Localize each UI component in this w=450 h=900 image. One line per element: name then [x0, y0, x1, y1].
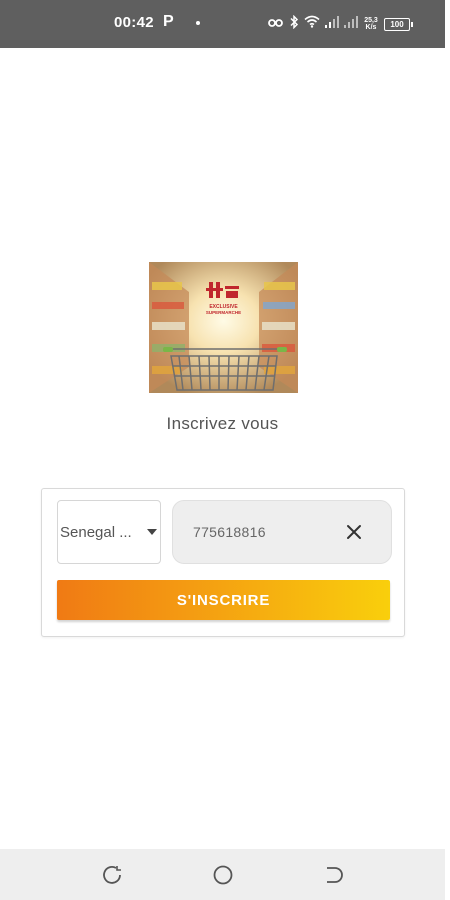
status-time: 00:42: [114, 14, 154, 31]
phone-input-value: 775618816: [193, 524, 266, 540]
battery-icon: 100: [384, 17, 413, 31]
signup-card: Senegal ... 775618816 S'INSCRIRE: [41, 488, 405, 637]
recents-icon[interactable]: [101, 864, 123, 886]
bluetooth-icon: [289, 14, 299, 34]
home-icon[interactable]: [212, 864, 234, 886]
country-select-value: Senegal ...: [60, 524, 132, 541]
supermarket-logo: EXCLUSIVE SUPERMARCHE: [149, 262, 298, 393]
status-bar: 00:42 P 25,3 K/s 100: [0, 0, 445, 48]
signup-button[interactable]: S'INSCRIRE: [57, 580, 390, 620]
speed-unit: K/s: [365, 24, 377, 31]
phone-input[interactable]: 775618816: [172, 500, 392, 564]
country-select[interactable]: Senegal ...: [57, 500, 161, 564]
network-speed: 25,3 K/s: [363, 17, 379, 31]
signal-1-icon: [325, 15, 339, 33]
notification-p-icon: P: [163, 13, 174, 30]
svg-text:SUPERMARCHE: SUPERMARCHE: [206, 310, 241, 315]
navigation-bar: [0, 849, 445, 900]
vpn-key-icon: [268, 15, 284, 33]
notification-dot-icon: [196, 21, 200, 25]
page-title: Inscrivez vous: [166, 414, 279, 433]
screen: 00:42 P 25,3 K/s 100 EXCLUSIVE SUPERMARC…: [0, 0, 450, 900]
clear-icon[interactable]: [345, 523, 363, 541]
back-icon[interactable]: [322, 864, 344, 886]
speed-value: 25,3: [364, 17, 378, 24]
wifi-icon: [304, 15, 320, 33]
dropdown-arrow-icon: [147, 529, 157, 535]
signal-2-icon: [344, 15, 358, 33]
status-icons: 25,3 K/s 100: [268, 13, 413, 35]
